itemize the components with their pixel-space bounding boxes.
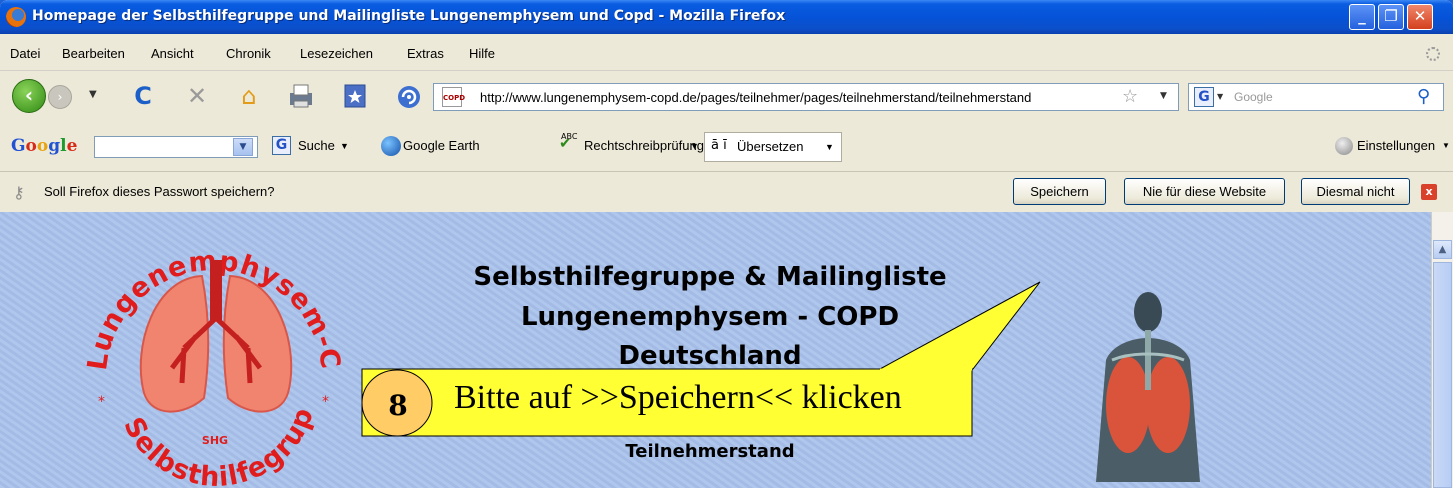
home-button[interactable]: ⌂: [234, 81, 264, 111]
printer-icon: [290, 84, 312, 108]
menu-datei[interactable]: Datei: [10, 46, 40, 61]
password-notification-bar: ⚷ Soll Firefox dieses Passwort speichern…: [0, 171, 1453, 213]
bookmark-star-icon: [344, 84, 366, 108]
reload-button[interactable]: C: [128, 81, 158, 111]
vertical-scrollbar[interactable]: ▲: [1431, 212, 1453, 488]
engine-dropdown-icon[interactable]: ▼: [1217, 92, 1223, 101]
logo-letter: o: [36, 136, 49, 156]
print-button[interactable]: [286, 81, 316, 111]
scroll-up-icon[interactable]: ▲: [1433, 240, 1452, 259]
translate-label: Übersetzen: [737, 139, 804, 154]
google-search-button[interactable]: Suche: [298, 138, 335, 153]
settings-dropdown-icon[interactable]: ▼: [1442, 141, 1450, 150]
bookmark-star-icon[interactable]: ☆: [1122, 86, 1138, 107]
page-title-line-2: Lungenemphysem - COPD: [520, 302, 900, 332]
notification-close-icon[interactable]: x: [1421, 184, 1437, 200]
settings-button[interactable]: Einstellungen: [1357, 138, 1435, 153]
menu-extras[interactable]: Extras: [407, 46, 444, 61]
menu-bar: Datei Bearbeiten Ansicht Chronik Lesezei…: [0, 34, 1453, 71]
minimize-button[interactable]: _: [1349, 4, 1375, 30]
translate-icon: ā ī: [711, 138, 727, 153]
logo-center-text: SHG: [202, 434, 228, 447]
back-button[interactable]: ‹: [12, 79, 46, 113]
maximize-button[interactable]: ❐: [1378, 4, 1404, 30]
spellcheck-icon[interactable]: ABC ✔: [559, 132, 577, 152]
firefox-window: Homepage der Selbsthilfegruppe und Maili…: [0, 0, 1453, 488]
firefox-icon: [6, 7, 26, 27]
menu-ansicht[interactable]: Ansicht: [151, 46, 194, 61]
search-bar[interactable]: G ▼ Google ⚲: [1188, 83, 1444, 111]
navigation-toolbar: ‹ › ▼ C ✕ ⌂ COPD http://www.lungenemphys…: [0, 71, 1453, 123]
callout-instruction: Bitte auf >>Speichern<< klicken: [454, 379, 902, 416]
step-number: 8: [388, 389, 408, 422]
menu-chronik[interactable]: Chronik: [226, 46, 271, 61]
search-dropdown-icon[interactable]: ▼: [340, 141, 349, 151]
addon-button[interactable]: [394, 81, 424, 111]
url-bar[interactable]: COPD http://www.lungenemphysem-copd.de/p…: [433, 83, 1179, 111]
trachea: [210, 260, 222, 320]
logo-star-left: *: [98, 394, 105, 410]
stop-button[interactable]: ✕: [182, 81, 212, 111]
spiral-icon: [398, 86, 420, 108]
spellcheck-button[interactable]: Rechtschreibprüfung: [584, 138, 704, 153]
torso-anatomy-image: [1096, 292, 1200, 482]
search-go-icon[interactable]: ⚲: [1417, 86, 1430, 107]
window-title: Homepage der Selbsthilfegruppe und Maili…: [32, 8, 786, 24]
google-engine-icon[interactable]: G: [1194, 87, 1214, 107]
throbber-icon: [1426, 47, 1440, 61]
page-subtitle: Teilnehmerstand: [625, 441, 795, 462]
scroll-thumb[interactable]: [1433, 262, 1452, 488]
not-now-button[interactable]: Diesmal nicht: [1301, 178, 1410, 205]
title-bar[interactable]: Homepage der Selbsthilfegruppe und Maili…: [0, 0, 1453, 34]
chevron-down-icon[interactable]: ▼: [233, 138, 253, 156]
menu-bearbeiten[interactable]: Bearbeiten: [62, 46, 125, 61]
google-toolbar: Google ▼ G Suche ▼ Google Earth ABC ✔ Rec…: [0, 124, 1453, 170]
history-dropdown-icon[interactable]: ▼: [89, 89, 97, 100]
google-earth-button[interactable]: Google Earth: [403, 138, 480, 153]
google-search-icon[interactable]: G: [272, 136, 291, 155]
menu-hilfe[interactable]: Hilfe: [469, 46, 495, 61]
translate-dropdown-icon[interactable]: ▼: [825, 142, 834, 152]
page-title-line-1: Selbsthilfegruppe & Mailingliste: [473, 262, 947, 292]
google-logo: Google: [11, 136, 77, 156]
key-icon: ⚷: [13, 183, 25, 202]
menu-lesezeichen[interactable]: Lesezeichen: [300, 46, 373, 61]
site-favicon-icon: COPD: [442, 87, 465, 107]
logo-letter: e: [66, 136, 78, 156]
google-earth-icon[interactable]: [381, 136, 401, 156]
search-input[interactable]: Google: [1234, 90, 1273, 104]
notification-text: Soll Firefox dieses Passwort speichern?: [44, 184, 275, 199]
forward-button[interactable]: ›: [48, 85, 72, 109]
close-button[interactable]: ✕: [1407, 4, 1433, 30]
url-input[interactable]: http://www.lungenemphysem-copd.de/pages/…: [480, 90, 1110, 105]
settings-icon[interactable]: [1335, 137, 1353, 155]
page-title-line-3: Deutschland: [618, 341, 802, 371]
logo-star-right: *: [322, 394, 329, 410]
spell-dropdown-icon[interactable]: ▼: [690, 141, 699, 151]
bookmarks-button[interactable]: [340, 81, 370, 111]
url-dropdown-icon[interactable]: ▼: [1160, 91, 1167, 101]
save-password-button[interactable]: Speichern: [1013, 178, 1106, 205]
never-for-site-button[interactable]: Nie für diese Website: [1124, 178, 1285, 205]
google-toolbar-input[interactable]: ▼: [94, 136, 258, 158]
shg-logo: Lungenemphysem-COPD Selbsthilfegruppe * …: [84, 238, 345, 488]
logo-letter: o: [25, 136, 37, 156]
logo-letter: g: [48, 136, 61, 156]
logo-letter: G: [11, 136, 26, 156]
translate-button[interactable]: ā ī Übersetzen ▼: [704, 132, 842, 162]
